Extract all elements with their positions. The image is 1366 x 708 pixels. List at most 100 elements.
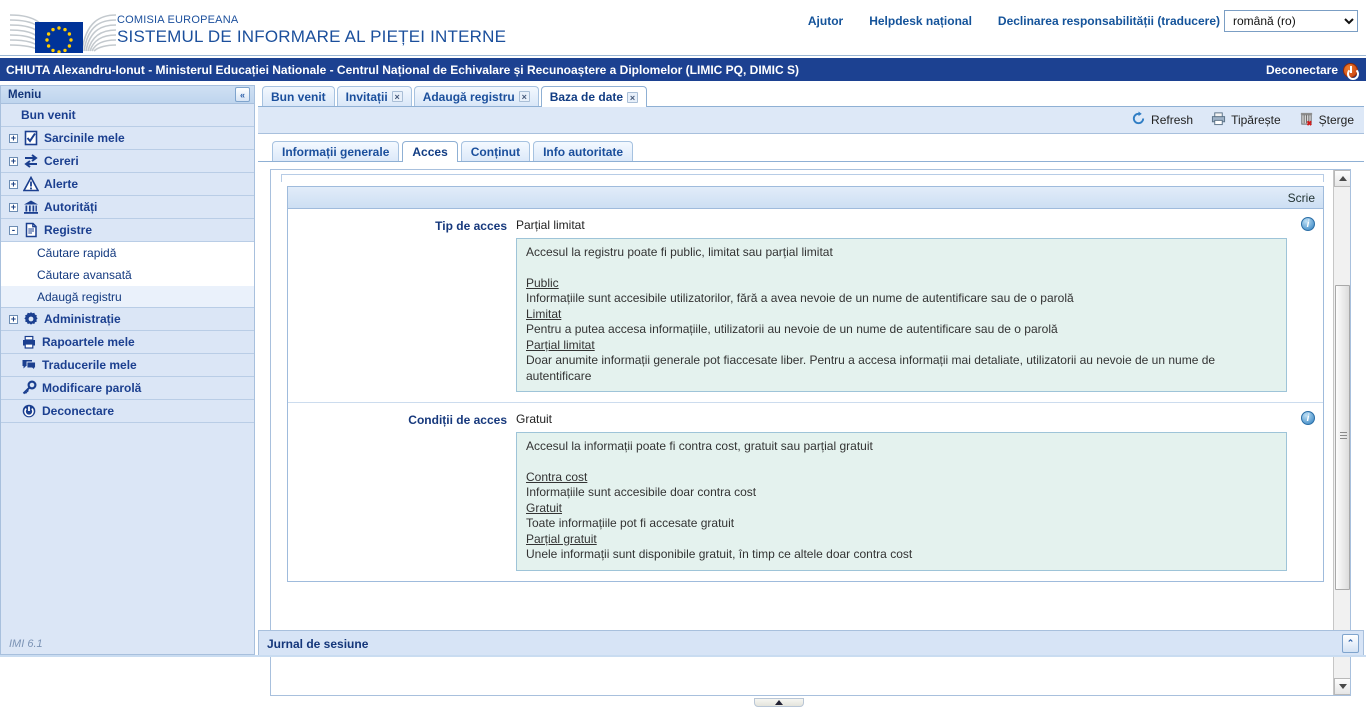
sidebar-item-registre[interactable]: - Registre [1,219,254,242]
info-icon[interactable]: i [1301,217,1315,231]
national-helpdesk-link[interactable]: Helpdesk național [869,14,972,28]
field-body: Parțial limitat Accesul la registru poat… [516,218,1323,392]
expand-icon[interactable]: + [9,157,18,166]
app-version-label: IMI 6.1 [9,638,43,650]
tab-baza-de-date[interactable]: Baza de date × [541,86,647,107]
help-box-tip-de-acces: Accesul la registru poate fi public, lim… [516,238,1287,392]
print-button[interactable]: Tipărește [1211,111,1281,129]
subtab-label: Acces [412,145,447,159]
sidebar-subitem-adauga-registru[interactable]: Adaugă registru [1,286,254,308]
delete-label: Șterge [1319,113,1354,127]
sidebar-subitem-cautare-avansata[interactable]: Căutare avansată [1,264,254,286]
subtab-info-autoritate[interactable]: Info autoritate [533,141,633,161]
help-term: Gratuit [526,501,562,515]
sidebar-collapse-button[interactable]: « [235,87,250,102]
chevron-up-icon [775,700,783,705]
partial-row-above [281,174,1324,182]
user-info-text: CHIUTA Alexandru-Ionut - Ministerul Educ… [6,63,799,77]
sidebar-empty-space [1,423,254,636]
help-desc: Informațiile sunt accesibile doar contra… [526,485,1277,501]
sidebar-item-label: Traducerile mele [42,358,137,372]
close-icon[interactable]: × [519,91,530,102]
tab-label: Bun venit [271,90,326,104]
refresh-icon [1131,111,1146,129]
sidebar-item-label: Rapoartele mele [42,335,135,349]
delete-button[interactable]: Șterge [1299,111,1354,129]
help-term: Parțial gratuit [526,532,597,546]
grid-header: Scrie [288,187,1323,209]
scroll-down-button[interactable] [1334,678,1351,695]
expand-icon[interactable]: + [9,315,18,324]
help-term: Contra cost [526,470,587,484]
printer-icon [1211,111,1226,129]
help-desc: Unele informații sunt disponibile gratui… [526,547,1277,563]
sidebar-item-administratie[interactable]: + Administrație [1,308,254,331]
field-label: Condiții de acces [288,412,516,571]
trash-icon [1299,111,1314,129]
main-tabstrip: Bun venit Invitații × Adaugă registru × … [258,85,1364,107]
main-pane: Bun venit Invitații × Adaugă registru × … [258,85,1364,657]
sidebar-item-sarcinile-mele[interactable]: + Sarcinile mele [1,127,254,150]
sidebar-subitem-label: Căutare rapidă [37,246,116,260]
tab-bun-venit[interactable]: Bun venit [262,86,335,106]
sidebar-item-autoritati[interactable]: + Autorități [1,196,254,219]
scroll-up-button[interactable] [1334,170,1351,187]
key-icon [21,380,37,396]
subtab-label: Info autoritate [543,145,623,159]
sidebar-item-modificare-parola[interactable]: Modificare parolă [1,377,254,400]
splitter-collapse-handle[interactable] [754,698,804,707]
sidebar-item-traducerile-mele[interactable]: Traducerile mele [1,354,254,377]
power-icon [1343,63,1358,78]
expand-icon[interactable]: + [9,134,18,143]
scrollable-form: Scrie Tip de acces Parțial limitat Acces… [271,170,1334,695]
sidebar-item-label: Autorități [44,200,97,214]
tab-invitatii[interactable]: Invitații × [337,86,412,106]
european-commission-logo [8,5,118,53]
refresh-button[interactable]: Refresh [1131,111,1193,129]
sidebar-item-rapoartele-mele[interactable]: Rapoartele mele [1,331,254,354]
close-icon[interactable]: × [627,92,638,103]
subtab-continut[interactable]: Conținut [461,141,530,161]
sidebar-item-welcome[interactable]: Bun venit [1,104,254,127]
disclaimer-link[interactable]: Declinarea responsabilității (traducere) [998,14,1220,28]
scrollbar-thumb[interactable] [1335,285,1350,590]
sidebar-item-deconectare[interactable]: Deconectare [1,400,254,423]
sidebar-item-cereri[interactable]: + Cereri [1,150,254,173]
help-desc: Toate informațiile pot fi accesate gratu… [526,516,1277,532]
sidebar-item-label: Modificare parolă [42,381,141,395]
sidebar-item-label: Sarcinile mele [44,131,125,145]
sidebar-item-label: Cereri [44,154,79,168]
language-select[interactable]: română (ro) [1224,10,1358,32]
logout-button[interactable]: Deconectare [1266,58,1358,82]
collapse-icon[interactable]: - [9,226,18,235]
refresh-label: Refresh [1151,113,1193,127]
power-icon [21,403,37,419]
sidebar-subitem-cautare-rapida[interactable]: Căutare rapidă [1,242,254,264]
user-context-bar: CHIUTA Alexandru-Ionut - Ministerul Educ… [0,57,1366,81]
field-value: Parțial limitat [516,218,1287,232]
expand-icon[interactable]: + [9,203,18,212]
gear-icon [23,311,39,327]
tab-adauga-registru[interactable]: Adaugă registru × [414,86,539,106]
help-link[interactable]: Ajutor [808,14,843,28]
scrollbar-grip [1340,432,1347,439]
subtab-acces[interactable]: Acces [402,141,457,162]
info-icon[interactable]: i [1301,411,1315,425]
panel-splitter [258,698,1364,708]
expand-icon[interactable]: + [9,180,18,189]
field-body: Gratuit Accesul la informații poate fi c… [516,412,1323,571]
journal-expand-button[interactable]: ⌃ [1342,634,1359,653]
sidebar-subitem-label: Căutare avansată [37,268,132,282]
access-details-grid: Scrie Tip de acces Parțial limitat Acces… [287,186,1324,582]
sidebar-item-alerte[interactable]: + Alerte [1,173,254,196]
subtab-informatii-generale[interactable]: Informații generale [272,141,399,161]
session-journal-bar[interactable]: Jurnal de sesiune ⌃ [258,630,1364,657]
record-content-area: Scrie Tip de acces Parțial limitat Acces… [270,169,1351,696]
vertical-scrollbar[interactable] [1333,170,1350,695]
close-icon[interactable]: × [392,91,403,102]
report-printer-icon [21,334,37,350]
write-column-header: Scrie [1288,191,1315,205]
sidebar-item-label: Registre [44,223,92,237]
action-toolbar: Refresh Tipărește Șterge [258,107,1364,134]
help-spacer [526,261,1277,276]
